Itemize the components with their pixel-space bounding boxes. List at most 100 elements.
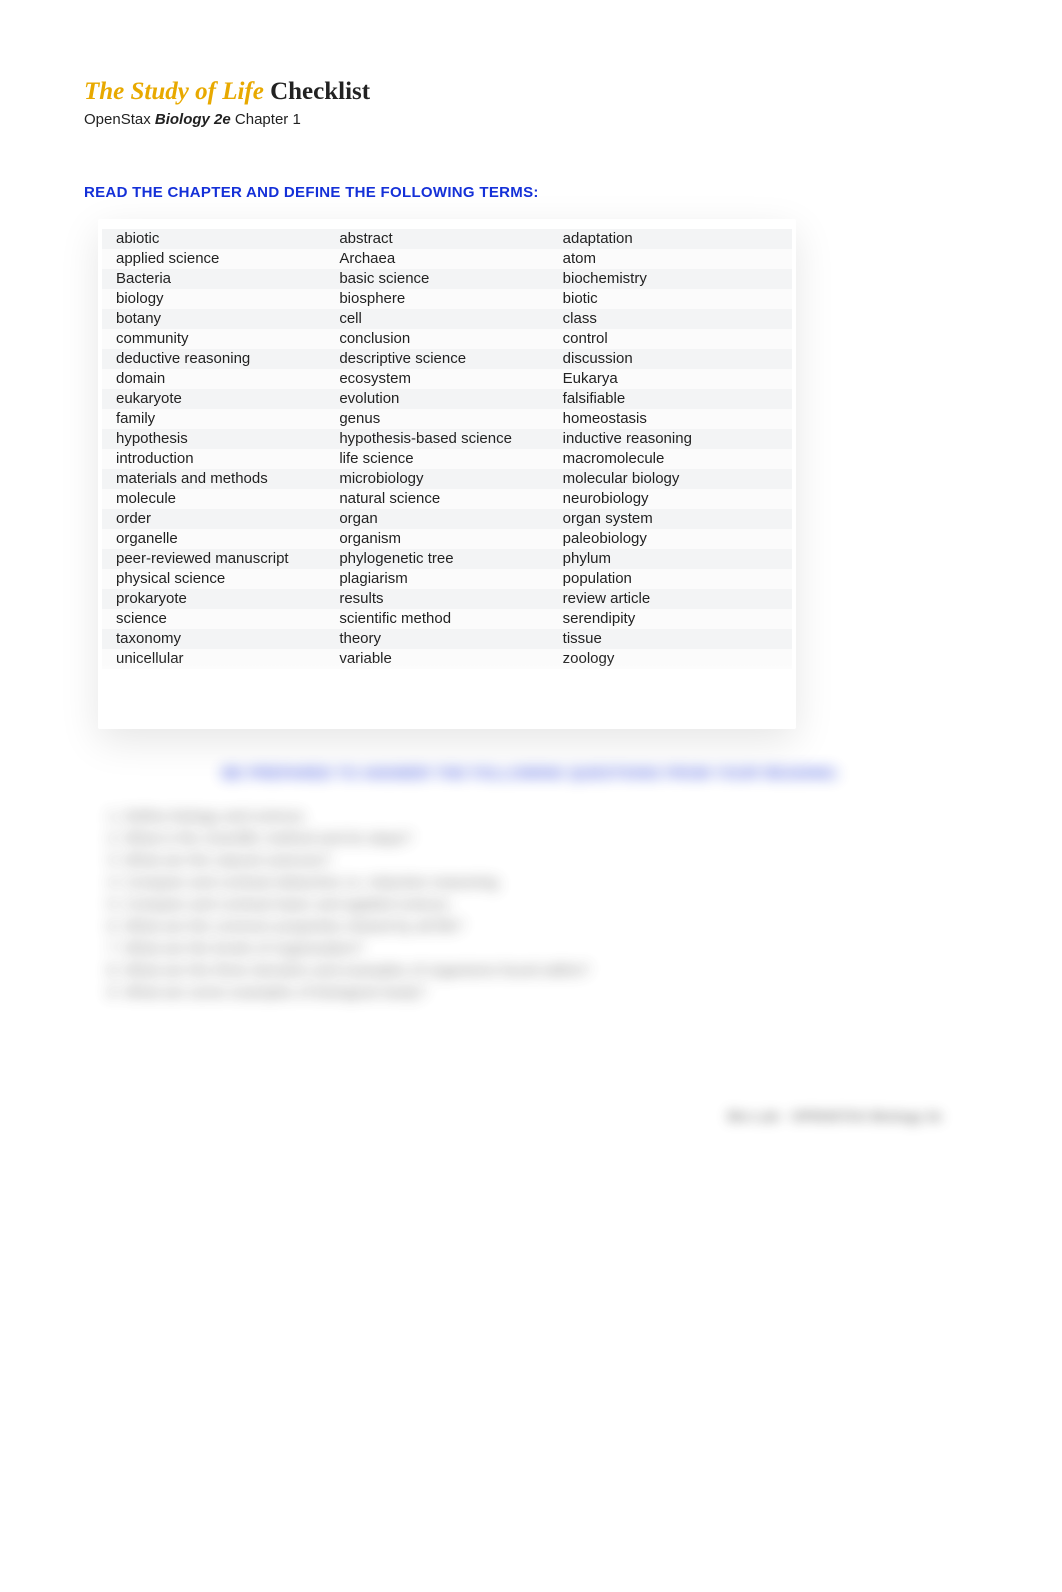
terms-row: orderorganorgan system — [102, 509, 792, 529]
term-cell: ecosystem — [335, 369, 558, 389]
terms-row: eukaryoteevolutionfalsifiable — [102, 389, 792, 409]
question-item: What are the common properties shared by… — [124, 916, 978, 938]
subtitle-post: Chapter 1 — [231, 111, 301, 128]
term-cell: organelle — [112, 529, 335, 549]
question-item: Compare and contrast deductive vs. induc… — [124, 872, 978, 894]
page-subtitle: OpenStax Biology 2e Chapter 1 — [84, 111, 978, 128]
subtitle-emphasis: Biology 2e — [155, 111, 231, 128]
term-cell: population — [559, 569, 782, 589]
term-cell: introduction — [112, 449, 335, 469]
term-cell: variable — [335, 649, 558, 669]
term-cell: hypothesis — [112, 429, 335, 449]
term-cell: tissue — [559, 629, 782, 649]
term-cell: microbiology — [335, 469, 558, 489]
question-item: What is the scientific method and its st… — [124, 828, 978, 850]
term-cell: physical science — [112, 569, 335, 589]
terms-row: domainecosystemEukarya — [102, 369, 792, 389]
term-cell: Eukarya — [559, 369, 782, 389]
term-cell: molecular biology — [559, 469, 782, 489]
term-cell: basic science — [335, 269, 558, 289]
terms-row: deductive reasoningdescriptive sciencedi… — [102, 349, 792, 369]
term-cell: peer-reviewed manuscript — [112, 549, 335, 569]
page-title: The Study of Life Checklist — [84, 78, 978, 107]
blurred-preview: BE PREPARED TO ANSWER THE FOLLOWING QUES… — [84, 765, 978, 1004]
term-cell: class — [559, 309, 782, 329]
term-cell: biology — [112, 289, 335, 309]
terms-row: peer-reviewed manuscriptphylogenetic tre… — [102, 549, 792, 569]
terms-row: unicellularvariablezoology — [102, 649, 792, 669]
term-cell: botany — [112, 309, 335, 329]
term-cell: organ — [335, 509, 558, 529]
term-cell: evolution — [335, 389, 558, 409]
term-cell: organism — [335, 529, 558, 549]
section-heading-questions: BE PREPARED TO ANSWER THE FOLLOWING QUES… — [84, 765, 978, 782]
term-cell: homeostasis — [559, 409, 782, 429]
term-cell: paleobiology — [559, 529, 782, 549]
term-cell: plagiarism — [335, 569, 558, 589]
term-cell: discussion — [559, 349, 782, 369]
terms-row: abioticabstractadaptation — [102, 229, 792, 249]
term-cell: domain — [112, 369, 335, 389]
term-cell: results — [335, 589, 558, 609]
term-cell: prokaryote — [112, 589, 335, 609]
question-item: What are the levels of organization? — [124, 938, 978, 960]
term-cell: control — [559, 329, 782, 349]
title-plain: Checklist — [264, 78, 370, 105]
term-cell: unicellular — [112, 649, 335, 669]
terms-row: prokaryoteresultsreview article — [102, 589, 792, 609]
term-cell: phylogenetic tree — [335, 549, 558, 569]
term-cell: eukaryote — [112, 389, 335, 409]
term-cell: applied science — [112, 249, 335, 269]
term-cell: serendipity — [559, 609, 782, 629]
term-cell: cell — [335, 309, 558, 329]
term-cell: hypothesis-based science — [335, 429, 558, 449]
question-item: Define biology and science. — [124, 806, 978, 828]
term-cell: life science — [335, 449, 558, 469]
section-heading-terms: READ THE CHAPTER AND DEFINE THE FOLLOWIN… — [84, 184, 978, 201]
terms-row: physical scienceplagiarismpopulation — [102, 569, 792, 589]
term-cell: deductive reasoning — [112, 349, 335, 369]
term-cell: abstract — [335, 229, 558, 249]
term-cell: inductive reasoning — [559, 429, 782, 449]
term-cell: zoology — [559, 649, 782, 669]
term-cell: neurobiology — [559, 489, 782, 509]
question-item: What are the three domains and examples … — [124, 960, 978, 982]
questions-list: Define biology and science.What is the s… — [124, 806, 978, 1004]
terms-row: applied scienceArchaeaatom — [102, 249, 792, 269]
title-accent: The Study of Life — [84, 78, 264, 105]
terms-row: materials and methodsmicrobiologymolecul… — [102, 469, 792, 489]
term-cell: scientific method — [335, 609, 558, 629]
term-cell: taxonomy — [112, 629, 335, 649]
term-cell: materials and methods — [112, 469, 335, 489]
terms-row: moleculenatural scienceneurobiology — [102, 489, 792, 509]
term-cell: conclusion — [335, 329, 558, 349]
term-cell: theory — [335, 629, 558, 649]
term-cell: biotic — [559, 289, 782, 309]
terms-row: introductionlife sciencemacromolecule — [102, 449, 792, 469]
terms-row: familygenushomeostasis — [102, 409, 792, 429]
question-item: Compare and contrast basic and applied s… — [124, 894, 978, 916]
terms-card: abioticabstractadaptationapplied science… — [98, 219, 796, 729]
term-cell: biochemistry — [559, 269, 782, 289]
term-cell: macromolecule — [559, 449, 782, 469]
terms-row: organelleorganismpaleobiology — [102, 529, 792, 549]
term-cell: science — [112, 609, 335, 629]
document-page: The Study of Life Checklist OpenStax Bio… — [0, 0, 1062, 1124]
term-cell: descriptive science — [335, 349, 558, 369]
term-cell: molecule — [112, 489, 335, 509]
terms-row: Bacteriabasic sciencebiochemistry — [102, 269, 792, 289]
term-cell: Bacteria — [112, 269, 335, 289]
term-cell: Archaea — [335, 249, 558, 269]
term-cell: natural science — [335, 489, 558, 509]
term-cell: phylum — [559, 549, 782, 569]
subtitle-pre: OpenStax — [84, 111, 155, 128]
question-item: What are some examples of biological stu… — [124, 982, 978, 1004]
term-cell: adaptation — [559, 229, 782, 249]
term-cell: organ system — [559, 509, 782, 529]
term-cell: family — [112, 409, 335, 429]
terms-row: hypothesishypothesis-based scienceinduct… — [102, 429, 792, 449]
terms-row: botanycellclass — [102, 309, 792, 329]
term-cell: falsifiable — [559, 389, 782, 409]
term-cell: community — [112, 329, 335, 349]
term-cell: abiotic — [112, 229, 335, 249]
